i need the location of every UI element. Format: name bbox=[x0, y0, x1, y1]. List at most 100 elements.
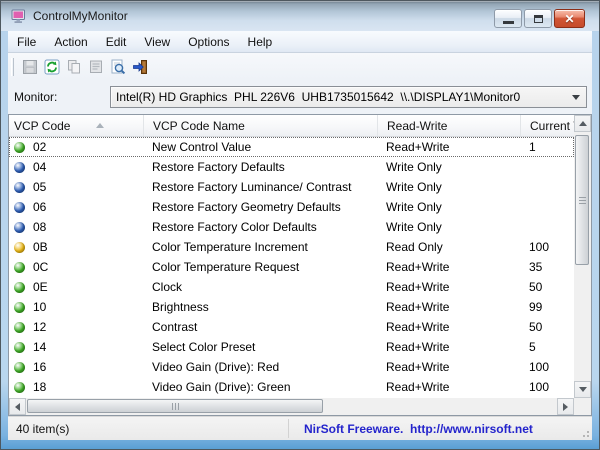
scroll-right-button[interactable] bbox=[557, 398, 574, 415]
vcp-name-cell: Restore Factory Color Defaults bbox=[144, 220, 378, 234]
vcp-name-cell: Restore Factory Geometry Defaults bbox=[144, 200, 378, 214]
vcp-code-cell: 16 bbox=[33, 360, 46, 374]
menu-action[interactable]: Action bbox=[45, 32, 96, 52]
floppy-disk-icon bbox=[22, 59, 38, 75]
app-monitor-icon bbox=[11, 8, 27, 24]
current-value-cell: 100 bbox=[521, 380, 573, 394]
arrow-up-icon bbox=[579, 121, 587, 126]
nirsoft-branding-link[interactable]: NirSoft Freeware. http://www.nirsoft.net bbox=[304, 422, 533, 436]
status-dot-icon bbox=[14, 162, 25, 173]
status-dot-icon bbox=[14, 262, 25, 273]
column-header-vcp-code-name[interactable]: VCP Code Name bbox=[144, 115, 378, 136]
thumb-grip-icon bbox=[175, 403, 176, 410]
status-bar: 40 item(s) NirSoft Freeware. http://www.… bbox=[8, 416, 592, 440]
vcp-name-cell: Restore Factory Defaults bbox=[144, 160, 378, 174]
table-row[interactable]: 18 Video Gain (Drive): Green Read+Write … bbox=[9, 377, 574, 397]
monitor-combobox[interactable]: Intel(R) HD Graphics PHL 226V6 UHB173501… bbox=[110, 86, 587, 108]
table-row[interactable]: 14 Select Color Preset Read+Write 5 bbox=[9, 337, 574, 357]
column-header-read-write[interactable]: Read-Write bbox=[378, 115, 521, 136]
menu-edit[interactable]: Edit bbox=[97, 32, 136, 52]
menu-options[interactable]: Options bbox=[179, 32, 238, 52]
table-row[interactable]: 06 Restore Factory Geometry Defaults Wri… bbox=[9, 197, 574, 217]
refresh-button[interactable] bbox=[41, 56, 63, 78]
table-row[interactable]: 0C Color Temperature Request Read+Write … bbox=[9, 257, 574, 277]
table-header: VCP Code VCP Code Name Read-Write Curren… bbox=[9, 115, 574, 137]
menu-file[interactable]: File bbox=[8, 32, 45, 52]
read-write-cell: Read+Write bbox=[378, 140, 521, 154]
properties-icon bbox=[88, 59, 104, 75]
table-row[interactable]: 10 Brightness Read+Write 99 bbox=[9, 297, 574, 317]
horizontal-scrollbar[interactable] bbox=[9, 398, 574, 415]
read-write-cell: Read+Write bbox=[378, 280, 521, 294]
vertical-scrollbar[interactable] bbox=[574, 115, 591, 398]
current-value-cell: 100 bbox=[521, 240, 573, 254]
vcp-code-cell: 02 bbox=[33, 140, 46, 154]
exit-door-icon bbox=[132, 59, 148, 75]
controlmymonitor-window: ControlMyMonitor ✕ File Action Edit View… bbox=[0, 0, 600, 450]
menu-view[interactable]: View bbox=[135, 32, 179, 52]
vcp-name-cell: Video Gain (Drive): Red bbox=[144, 360, 378, 374]
read-write-cell: Read+Write bbox=[378, 380, 521, 394]
status-dot-icon bbox=[14, 382, 25, 393]
status-dot-icon bbox=[14, 182, 25, 193]
branding-panel: NirSoft Freeware. http://www.nirsoft.net bbox=[288, 419, 574, 438]
vcp-code-cell: 10 bbox=[33, 300, 46, 314]
current-value-cell: 100 bbox=[521, 360, 573, 374]
table-row[interactable]: 08 Restore Factory Color Defaults Write … bbox=[9, 217, 574, 237]
read-write-cell: Write Only bbox=[378, 200, 521, 214]
table-row[interactable]: 0E Clock Read+Write 50 bbox=[9, 277, 574, 297]
save-config-button[interactable] bbox=[19, 56, 41, 78]
table-row[interactable]: 05 Restore Factory Luminance/ Contrast W… bbox=[9, 177, 574, 197]
table-row[interactable]: 0B Color Temperature Increment Read Only… bbox=[9, 237, 574, 257]
find-button[interactable] bbox=[107, 56, 129, 78]
status-dot-icon bbox=[14, 142, 25, 153]
read-write-cell: Write Only bbox=[378, 180, 521, 194]
vertical-scroll-thumb[interactable] bbox=[575, 135, 589, 265]
scroll-left-button[interactable] bbox=[9, 398, 26, 415]
table-row[interactable]: 16 Video Gain (Drive): Red Read+Write 10… bbox=[9, 357, 574, 377]
current-value-cell: 50 bbox=[521, 320, 573, 334]
scroll-down-button[interactable] bbox=[574, 381, 591, 398]
table-row[interactable]: 12 Contrast Read+Write 50 bbox=[9, 317, 574, 337]
menu-bar: File Action Edit View Options Help bbox=[8, 31, 592, 53]
exit-button[interactable] bbox=[129, 56, 151, 78]
minimize-button[interactable] bbox=[494, 9, 522, 28]
close-button[interactable]: ✕ bbox=[554, 9, 585, 28]
vcp-name-cell: New Control Value bbox=[144, 140, 378, 154]
client-area: File Action Edit View Options Help bbox=[8, 31, 592, 440]
monitor-label: Monitor: bbox=[14, 90, 110, 104]
vcp-table: VCP Code VCP Code Name Read-Write Curren… bbox=[8, 114, 592, 416]
scroll-up-button[interactable] bbox=[574, 115, 591, 132]
status-dot-icon bbox=[14, 222, 25, 233]
properties-button[interactable] bbox=[85, 56, 107, 78]
table-row[interactable]: 02 New Control Value Read+Write 1 bbox=[9, 137, 574, 157]
vcp-code-cell: 05 bbox=[33, 180, 46, 194]
vcp-name-cell: Color Temperature Request bbox=[144, 260, 378, 274]
vcp-name-cell: Video Gain (Drive): Green bbox=[144, 380, 378, 394]
status-dot-icon bbox=[14, 282, 25, 293]
resize-grip[interactable] bbox=[579, 427, 589, 437]
maximize-button[interactable] bbox=[524, 9, 552, 28]
current-value-cell: 1 bbox=[521, 140, 573, 154]
read-write-cell: Read+Write bbox=[378, 320, 521, 334]
column-header-current-value[interactable]: Current Value bbox=[521, 115, 574, 136]
thumb-grip-icon bbox=[579, 200, 586, 201]
column-header-vcp-code[interactable]: VCP Code bbox=[9, 115, 144, 136]
table-row[interactable]: 04 Restore Factory Defaults Write Only bbox=[9, 157, 574, 177]
caption-buttons: ✕ bbox=[494, 9, 585, 28]
refresh-icon bbox=[44, 59, 60, 75]
vcp-code-cell: 06 bbox=[33, 200, 46, 214]
status-dot-icon bbox=[14, 242, 25, 253]
vcp-code-cell: 0E bbox=[33, 280, 48, 294]
arrow-right-icon bbox=[563, 403, 568, 411]
copy-button[interactable] bbox=[63, 56, 85, 78]
menu-help[interactable]: Help bbox=[239, 32, 282, 52]
current-value-cell: 35 bbox=[521, 260, 573, 274]
copy-icon bbox=[66, 59, 82, 75]
horizontal-scroll-thumb[interactable] bbox=[27, 399, 323, 413]
status-dot-icon bbox=[14, 342, 25, 353]
chevron-down-icon bbox=[572, 95, 580, 100]
read-write-cell: Read+Write bbox=[378, 340, 521, 354]
title-bar[interactable]: ControlMyMonitor ✕ bbox=[1, 1, 599, 31]
minimize-icon bbox=[503, 21, 514, 24]
